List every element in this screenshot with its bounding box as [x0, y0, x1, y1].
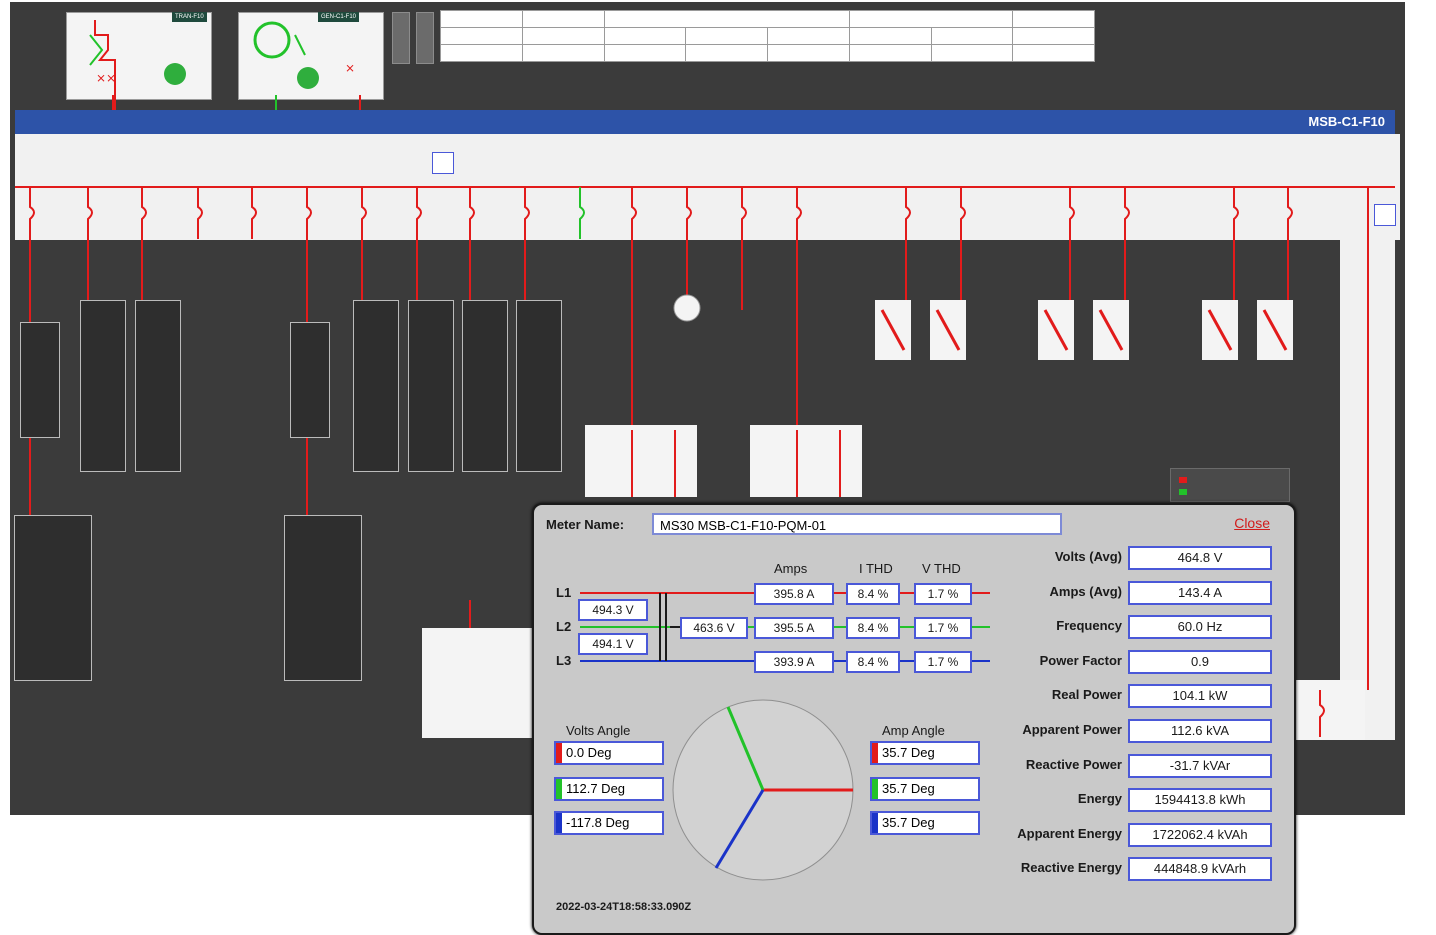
l1-color-mark [556, 743, 562, 763]
i-thd-l3: 8.4 % [846, 651, 900, 673]
cabinet-3[interactable] [353, 300, 399, 472]
reading-label: Frequency [1056, 618, 1122, 633]
cabinet-2[interactable] [135, 300, 181, 472]
v-thd-l3: 1.7 % [914, 651, 972, 673]
amps-header: Amps [774, 561, 808, 576]
meter-gauge [673, 294, 701, 322]
volts-angle-l1-value: 0.0 Deg [566, 745, 612, 760]
legend-green-swatch [1179, 489, 1187, 495]
reading-label: Reactive Energy [1020, 860, 1122, 875]
reading-label: Apparent Power [1022, 722, 1122, 737]
cabinet-lower-2[interactable] [284, 515, 362, 681]
reading-label: Reactive Power [1025, 757, 1122, 772]
reading-value: 464.8 V [1128, 546, 1272, 570]
bus-breaker-open [579, 187, 585, 239]
l3-color-mark [556, 813, 562, 833]
reading-label: Energy [1077, 791, 1122, 806]
meter-popup: Meter Name: MS30 MSB-C1-F10-PQM-01 Close… [532, 503, 1296, 935]
cabinet-tie-2[interactable] [290, 322, 330, 438]
amp-angle-l3-value: 35.7 Deg [882, 815, 935, 830]
volts-angle-l1: 0.0 Deg [554, 741, 664, 765]
l3-label: L3 [556, 653, 572, 668]
cabinet-1[interactable] [80, 300, 126, 472]
reading-value: 104.1 kW [1128, 684, 1272, 708]
i-thd-l1: 8.4 % [846, 583, 900, 605]
amp-angle-l2: 35.7 Deg [870, 777, 980, 801]
legend-red-swatch [1179, 477, 1187, 483]
v-thd-header: V THD [922, 561, 961, 576]
reading-label: Apparent Energy [1017, 826, 1122, 841]
l1-color-mark [872, 743, 878, 763]
phasor-chart [672, 699, 854, 881]
legend-box [1170, 468, 1290, 502]
amp-angle-l2-value: 35.7 Deg [882, 781, 935, 796]
voltage-ln: 463.6 V [680, 617, 748, 639]
cabinet-5[interactable] [462, 300, 508, 472]
disconnect-switches [875, 300, 1293, 360]
volts-angle-l3: -117.8 Deg [554, 811, 664, 835]
v-thd-l2: 1.7 % [914, 617, 972, 639]
volts-angle-l2: 112.7 Deg [554, 777, 664, 801]
amp-angle-label: Amp Angle [882, 723, 945, 738]
reading-label: Power Factor [1039, 653, 1122, 668]
lower-feeder-panel[interactable] [422, 628, 534, 738]
reading-value: -31.7 kVAr [1128, 754, 1272, 778]
volts-angle-l3-value: -117.8 Deg [566, 815, 630, 830]
amps-l2: 395.5 A [754, 617, 834, 639]
l2-label: L2 [556, 619, 572, 634]
i-thd-l2: 8.4 % [846, 617, 900, 639]
ats-panel-2 [750, 425, 862, 497]
amp-angle-l1: 35.7 Deg [870, 741, 980, 765]
reading-label: Real Power [1051, 687, 1122, 702]
reading-value: 0.9 [1128, 650, 1272, 674]
cabinet-4[interactable] [408, 300, 454, 472]
l2-color-mark [872, 779, 878, 799]
amps-l3: 393.9 A [754, 651, 834, 673]
voltage-l1-l2: 494.3 V [578, 599, 648, 621]
ats-panel-1 [585, 425, 697, 497]
amp-angle-l3: 35.7 Deg [870, 811, 980, 835]
l1-label: L1 [556, 585, 572, 600]
reading-value: 444848.9 kVArh [1128, 857, 1272, 881]
reading-value: 143.4 A [1128, 581, 1272, 605]
lower-right-panel [1295, 680, 1365, 740]
cabinet-6[interactable] [516, 300, 562, 472]
timestamp: 2022-03-24T18:58:33.090Z [556, 901, 692, 913]
bus-breakers [29, 187, 1293, 239]
i-thd-header: I THD [859, 561, 893, 576]
l2-color-mark [556, 779, 562, 799]
cabinet-tie-1[interactable] [20, 322, 60, 438]
reading-value: 112.6 kVA [1128, 719, 1272, 743]
volts-angle-label: Volts Angle [566, 723, 631, 738]
v-thd-l1: 1.7 % [914, 583, 972, 605]
l3-color-mark [872, 813, 878, 833]
cabinet-lower-1[interactable] [14, 515, 92, 681]
reading-value: 60.0 Hz [1128, 615, 1272, 639]
voltage-l2-l3: 494.1 V [578, 633, 648, 655]
reading-label: Amps (Avg) [1049, 584, 1122, 599]
reading-value: 1594413.8 kWh [1128, 788, 1272, 812]
reading-label: Volts (Avg) [1054, 549, 1122, 564]
reading-value: 1722062.4 kVAh [1128, 823, 1272, 847]
amps-l1: 395.8 A [754, 583, 834, 605]
amp-angle-l1-value: 35.7 Deg [882, 745, 935, 760]
volts-angle-l2-value: 112.7 Deg [566, 781, 626, 796]
